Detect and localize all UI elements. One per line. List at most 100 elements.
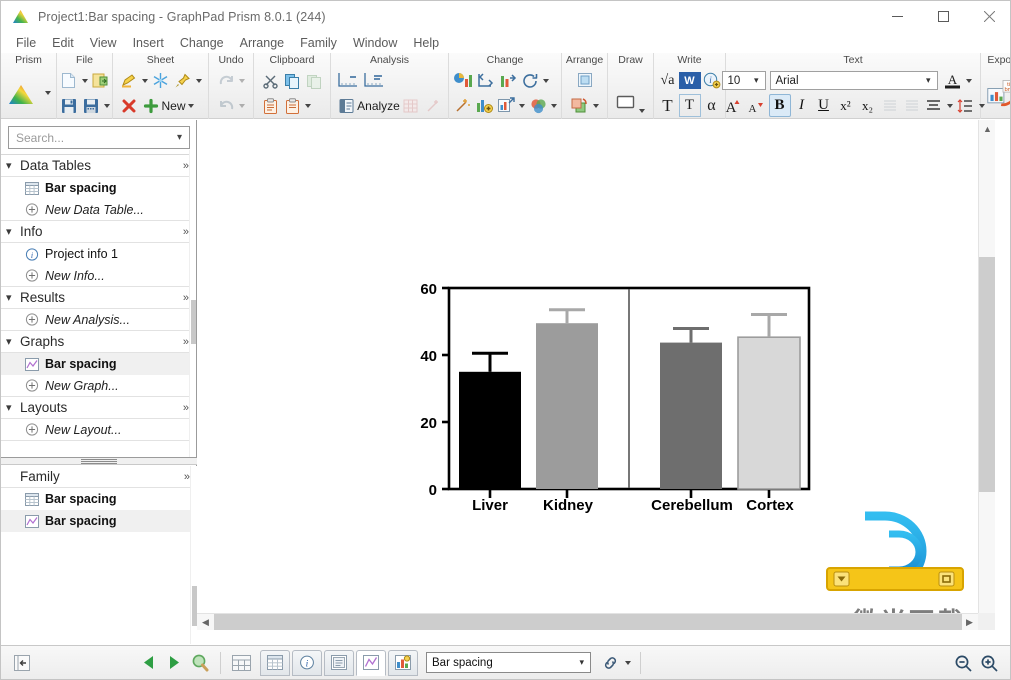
chevron-down-icon[interactable]: ▾ bbox=[6, 401, 20, 414]
menu-edit[interactable]: Edit bbox=[44, 34, 82, 52]
text-box-icon[interactable]: T bbox=[678, 94, 701, 117]
draw-shape-icon[interactable] bbox=[614, 90, 637, 113]
paste-special-icon[interactable] bbox=[281, 94, 303, 117]
save-icon[interactable] bbox=[58, 94, 80, 117]
arrange-caret[interactable] bbox=[593, 103, 599, 108]
color-scheme-caret[interactable] bbox=[551, 103, 557, 108]
sheet-tab-all-sheets[interactable] bbox=[228, 651, 254, 675]
refresh-caret[interactable] bbox=[543, 78, 549, 83]
search-chevron-down-icon[interactable]: ▾ bbox=[173, 132, 186, 143]
nav-section-graphs[interactable]: ▾ Graphs » bbox=[1, 331, 196, 353]
text-tool-icon[interactable]: T bbox=[657, 94, 679, 117]
freeze-snowflake-icon[interactable] bbox=[150, 69, 172, 92]
zoom-in-button[interactable] bbox=[976, 651, 1002, 675]
nav-section-results[interactable]: ▾ Results » bbox=[1, 287, 196, 309]
redo-caret[interactable] bbox=[239, 78, 245, 83]
graph-vertical-scrollbar[interactable]: ▲ ▼ bbox=[978, 120, 995, 630]
font-size-chevron-down-icon[interactable]: ▾ bbox=[750, 75, 763, 86]
maximize-icon[interactable] bbox=[920, 1, 966, 32]
italic-button[interactable]: I bbox=[791, 94, 813, 117]
save-all-icon[interactable] bbox=[80, 94, 102, 117]
decrease-indent-icon[interactable] bbox=[879, 94, 901, 117]
graph-horizontal-scrollbar[interactable]: ◀ ▶ bbox=[197, 613, 995, 630]
align-text-caret[interactable] bbox=[946, 103, 953, 108]
nav-section-layouts[interactable]: ▾ Layouts » bbox=[1, 397, 196, 419]
prism-button[interactable] bbox=[5, 82, 43, 105]
font-family-select[interactable]: Arial ▾ bbox=[769, 71, 938, 90]
bar-chart[interactable]: 0 20 40 60 Liver Kidney Cerebellum Corte… bbox=[197, 120, 995, 630]
bold-button[interactable]: B bbox=[768, 94, 791, 117]
nav-item-graph-bar-spacing[interactable]: Bar spacing bbox=[1, 353, 196, 375]
refresh-circle-icon[interactable] bbox=[519, 69, 541, 92]
redo-icon[interactable] bbox=[215, 69, 237, 92]
new-sheet-plus-icon[interactable] bbox=[140, 94, 162, 117]
color-scheme-icon[interactable] bbox=[527, 94, 549, 117]
font-family-chevron-down-icon[interactable]: ▾ bbox=[922, 75, 935, 86]
export-button[interactable]: tiff bmp bbox=[984, 73, 1010, 113]
sheet-tab-layouts[interactable] bbox=[388, 649, 418, 676]
nav-item-data-table-bar-spacing[interactable]: Bar spacing bbox=[1, 177, 196, 199]
bring-to-front-icon[interactable] bbox=[568, 94, 591, 117]
analysis-grid-icon[interactable] bbox=[400, 94, 422, 117]
paste-caret[interactable] bbox=[305, 103, 311, 108]
family-item-graph[interactable]: Bar spacing bbox=[1, 510, 197, 532]
font-size-select[interactable]: 10 ▾ bbox=[721, 71, 766, 90]
increase-font-icon[interactable]: A bbox=[722, 94, 744, 117]
equation-icon[interactable]: √a bbox=[657, 69, 679, 92]
menu-file[interactable]: File bbox=[8, 34, 44, 52]
menu-change[interactable]: Change bbox=[172, 34, 232, 52]
scroll-up-icon[interactable]: ▲ bbox=[979, 120, 995, 137]
vertical-scroll-thumb[interactable] bbox=[979, 257, 995, 492]
chevron-down-icon[interactable]: ▾ bbox=[6, 159, 20, 172]
analyze-icon[interactable] bbox=[335, 94, 357, 117]
nav-item-new-layout[interactable]: New Layout... bbox=[1, 419, 196, 441]
interpolate-icon[interactable] bbox=[335, 69, 361, 92]
navigator-scrollbar[interactable] bbox=[189, 150, 196, 460]
sheet-select-chevron-down-icon[interactable]: ▾ bbox=[575, 657, 588, 668]
add-bar-icon[interactable] bbox=[473, 94, 495, 117]
nav-item-new-data-table[interactable]: New Data Table... bbox=[1, 199, 196, 221]
paste-icon[interactable] bbox=[259, 94, 281, 117]
analyze-data-icon[interactable] bbox=[361, 69, 387, 92]
align-frame-icon[interactable] bbox=[574, 69, 596, 92]
sheet-select[interactable]: Bar spacing ▾ bbox=[426, 652, 591, 673]
horizontal-scroll-thumb[interactable] bbox=[214, 614, 962, 630]
open-file-icon[interactable] bbox=[90, 69, 112, 92]
analysis-wand-icon[interactable] bbox=[422, 94, 444, 117]
scroll-right-icon[interactable]: ▶ bbox=[961, 614, 978, 630]
underline-button[interactable]: U bbox=[813, 94, 835, 117]
graph-sheet[interactable]: 0 20 40 60 Liver Kidney Cerebellum Corte… bbox=[197, 120, 995, 630]
undo-icon[interactable] bbox=[215, 94, 237, 117]
increase-indent-icon[interactable] bbox=[901, 94, 923, 117]
change-graph-type-icon[interactable] bbox=[451, 69, 475, 92]
sheet-tab-data-tables[interactable] bbox=[260, 649, 290, 676]
close-icon[interactable] bbox=[966, 1, 1010, 32]
menu-arrange[interactable]: Arrange bbox=[232, 34, 292, 52]
resize-caret[interactable] bbox=[519, 103, 525, 108]
save-all-caret[interactable] bbox=[103, 103, 110, 108]
zoom-out-button[interactable] bbox=[950, 651, 976, 675]
links-button[interactable] bbox=[597, 651, 623, 675]
menu-view[interactable]: View bbox=[82, 34, 125, 52]
cut-scissors-icon[interactable] bbox=[259, 69, 281, 92]
menu-family[interactable]: Family bbox=[292, 34, 345, 52]
magic-wand-icon[interactable] bbox=[451, 94, 473, 117]
pin-caret[interactable] bbox=[195, 78, 202, 83]
nav-item-new-graph[interactable]: New Graph... bbox=[1, 375, 196, 397]
undo-caret[interactable] bbox=[239, 103, 245, 108]
chevron-down-icon[interactable]: ▾ bbox=[6, 335, 20, 348]
copy-special-icon[interactable] bbox=[303, 69, 325, 92]
next-sheet-button[interactable] bbox=[161, 651, 187, 675]
chevron-down-icon[interactable]: ▾ bbox=[6, 225, 20, 238]
decrease-font-icon[interactable]: A bbox=[744, 94, 766, 117]
chevron-down-icon[interactable]: ▾ bbox=[6, 291, 20, 304]
word-object-icon[interactable]: W bbox=[678, 72, 701, 89]
links-caret[interactable] bbox=[625, 660, 631, 665]
font-color-caret[interactable] bbox=[965, 78, 972, 83]
nav-item-new-info[interactable]: New Info... bbox=[1, 265, 196, 287]
previous-sheet-button[interactable] bbox=[135, 651, 161, 675]
nav-section-info[interactable]: ▾ Info » bbox=[1, 221, 196, 243]
sheet-tab-info[interactable]: i bbox=[292, 649, 322, 676]
copy-icon[interactable] bbox=[281, 69, 303, 92]
family-scrollbar[interactable] bbox=[190, 466, 197, 644]
